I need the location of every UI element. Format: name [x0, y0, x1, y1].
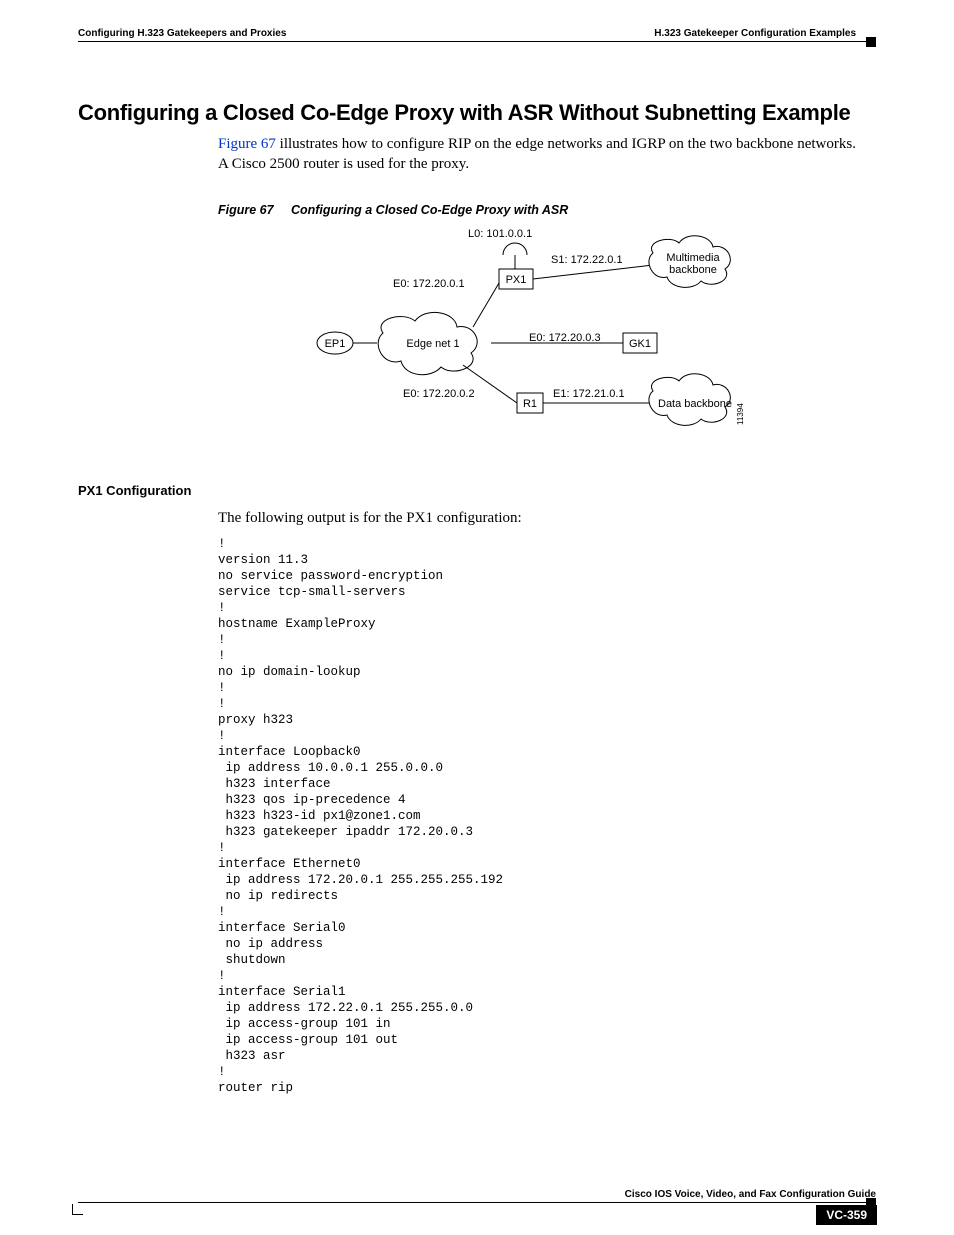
- label-multimedia-1: Multimedia: [666, 252, 720, 264]
- config-output: ! version 11.3 no service password-encry…: [218, 536, 868, 1096]
- page-number: VC-359: [816, 1205, 877, 1225]
- figure-title: Configuring a Closed Co-Edge Proxy with …: [291, 203, 568, 217]
- footer-rule: Cisco IOS Voice, Video, and Fax Configur…: [78, 1202, 876, 1203]
- label-ep1: EP1: [325, 338, 346, 350]
- label-px1: PX1: [506, 274, 527, 286]
- label-gk1: GK1: [629, 338, 651, 350]
- label-e0-r1: E0: 172.20.0.2: [403, 388, 475, 400]
- network-diagram-icon: .lbl { font-family: Arial, Helvetica, sa…: [313, 225, 773, 435]
- label-databackbone: Data backbone: [658, 398, 732, 410]
- image-number: 11394: [736, 402, 745, 424]
- label-r1: R1: [523, 398, 537, 410]
- label-e0-gk: E0: 172.20.0.3: [529, 332, 601, 344]
- running-header-right: H.323 Gatekeeper Configuration Examples: [654, 28, 856, 39]
- label-multimedia-2: backbone: [669, 264, 717, 276]
- header-rule: H.323 Gatekeeper Configuration Examples: [78, 41, 876, 42]
- label-e0-px: E0: 172.20.0.1: [393, 278, 465, 290]
- header-square-icon: [866, 37, 876, 47]
- label-edgenet: Edge net 1: [406, 338, 459, 350]
- figure-reference-link[interactable]: Figure 67: [218, 136, 276, 152]
- footer-title: Cisco IOS Voice, Video, and Fax Configur…: [625, 1189, 876, 1200]
- running-header: Configuring H.323 Gatekeepers and Proxie…: [78, 28, 876, 42]
- section-heading: Configuring a Closed Co-Edge Proxy with …: [78, 100, 876, 126]
- page-footer: Cisco IOS Voice, Video, and Fax Configur…: [78, 1202, 876, 1203]
- figure-number: Figure 67: [218, 203, 274, 217]
- label-l0: L0: 101.0.0.1: [468, 228, 532, 240]
- px1-config-heading: PX1 Configuration: [78, 483, 876, 498]
- crop-mark-icon: [72, 1204, 83, 1215]
- label-s1: S1: 172.22.0.1: [551, 254, 623, 266]
- label-e1-r1: E1: 172.21.0.1: [553, 388, 625, 400]
- figure-caption: Figure 67 Configuring a Closed Co-Edge P…: [218, 203, 868, 217]
- intro-text: illustrates how to configure RIP on the …: [218, 136, 856, 172]
- intro-paragraph: Figure 67 illustrates how to configure R…: [218, 134, 868, 175]
- px1-intro-text: The following output is for the PX1 conf…: [218, 508, 868, 528]
